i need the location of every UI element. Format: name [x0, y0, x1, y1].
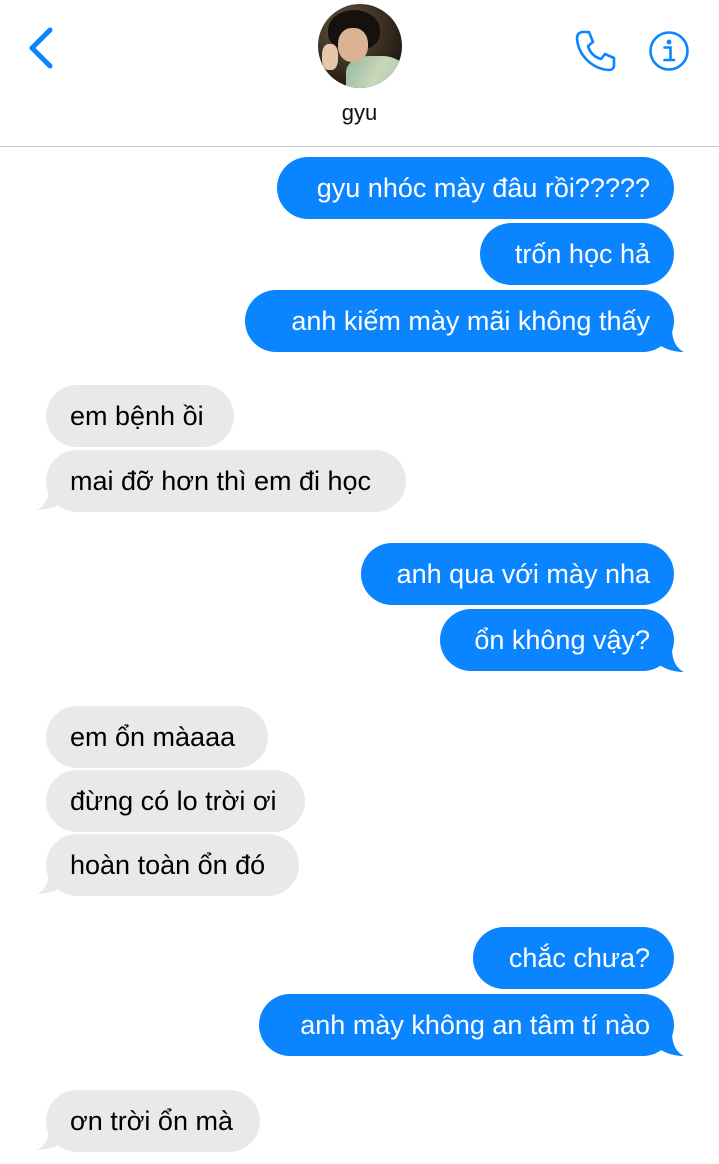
message-received[interactable]: ơn trời ổn mà — [46, 1090, 260, 1152]
sent-bubble-tail — [656, 648, 684, 672]
contact-avatar[interactable] — [318, 4, 402, 88]
message-sent[interactable]: ổn không vậy? — [440, 609, 674, 671]
avatar-hand — [322, 44, 338, 70]
contact-name[interactable]: gyu — [0, 100, 719, 126]
message-sent[interactable]: chắc chưa? — [473, 927, 674, 989]
back-button[interactable] — [22, 24, 62, 72]
avatar-face — [338, 28, 368, 62]
phone-icon — [575, 30, 616, 72]
info-button[interactable] — [648, 30, 690, 72]
info-icon — [649, 31, 689, 71]
message-received[interactable]: mai đỡ hơn thì em đi học — [46, 450, 406, 512]
received-bubble-tail — [37, 486, 65, 510]
message-received[interactable]: hoàn toàn ổn đó — [46, 834, 299, 896]
message-received[interactable]: đừng có lo trời ơi — [46, 770, 305, 832]
sent-bubble-tail — [656, 328, 684, 352]
conversation-header: gyu — [0, 0, 719, 147]
chevron-left-icon — [29, 27, 53, 69]
message-sent[interactable]: anh qua với mày nha — [361, 543, 674, 605]
conversation-screen: gyu gyu nhóc mày đâu rồi????? trốn học h… — [0, 0, 719, 1164]
message-received[interactable]: em bệnh ồi — [46, 385, 234, 447]
message-received[interactable]: em ổn màaaa — [46, 706, 268, 768]
received-bubble-tail — [37, 1126, 65, 1150]
message-sent[interactable]: anh kiếm mày mãi không thấy — [245, 290, 674, 352]
sent-bubble-tail — [656, 1032, 684, 1056]
message-sent[interactable]: anh mày không an tâm tí nào — [259, 994, 674, 1056]
message-sent[interactable]: gyu nhóc mày đâu rồi????? — [277, 157, 674, 219]
received-bubble-tail — [37, 870, 65, 894]
call-button[interactable] — [572, 28, 618, 74]
message-sent[interactable]: trốn học hả — [480, 223, 674, 285]
